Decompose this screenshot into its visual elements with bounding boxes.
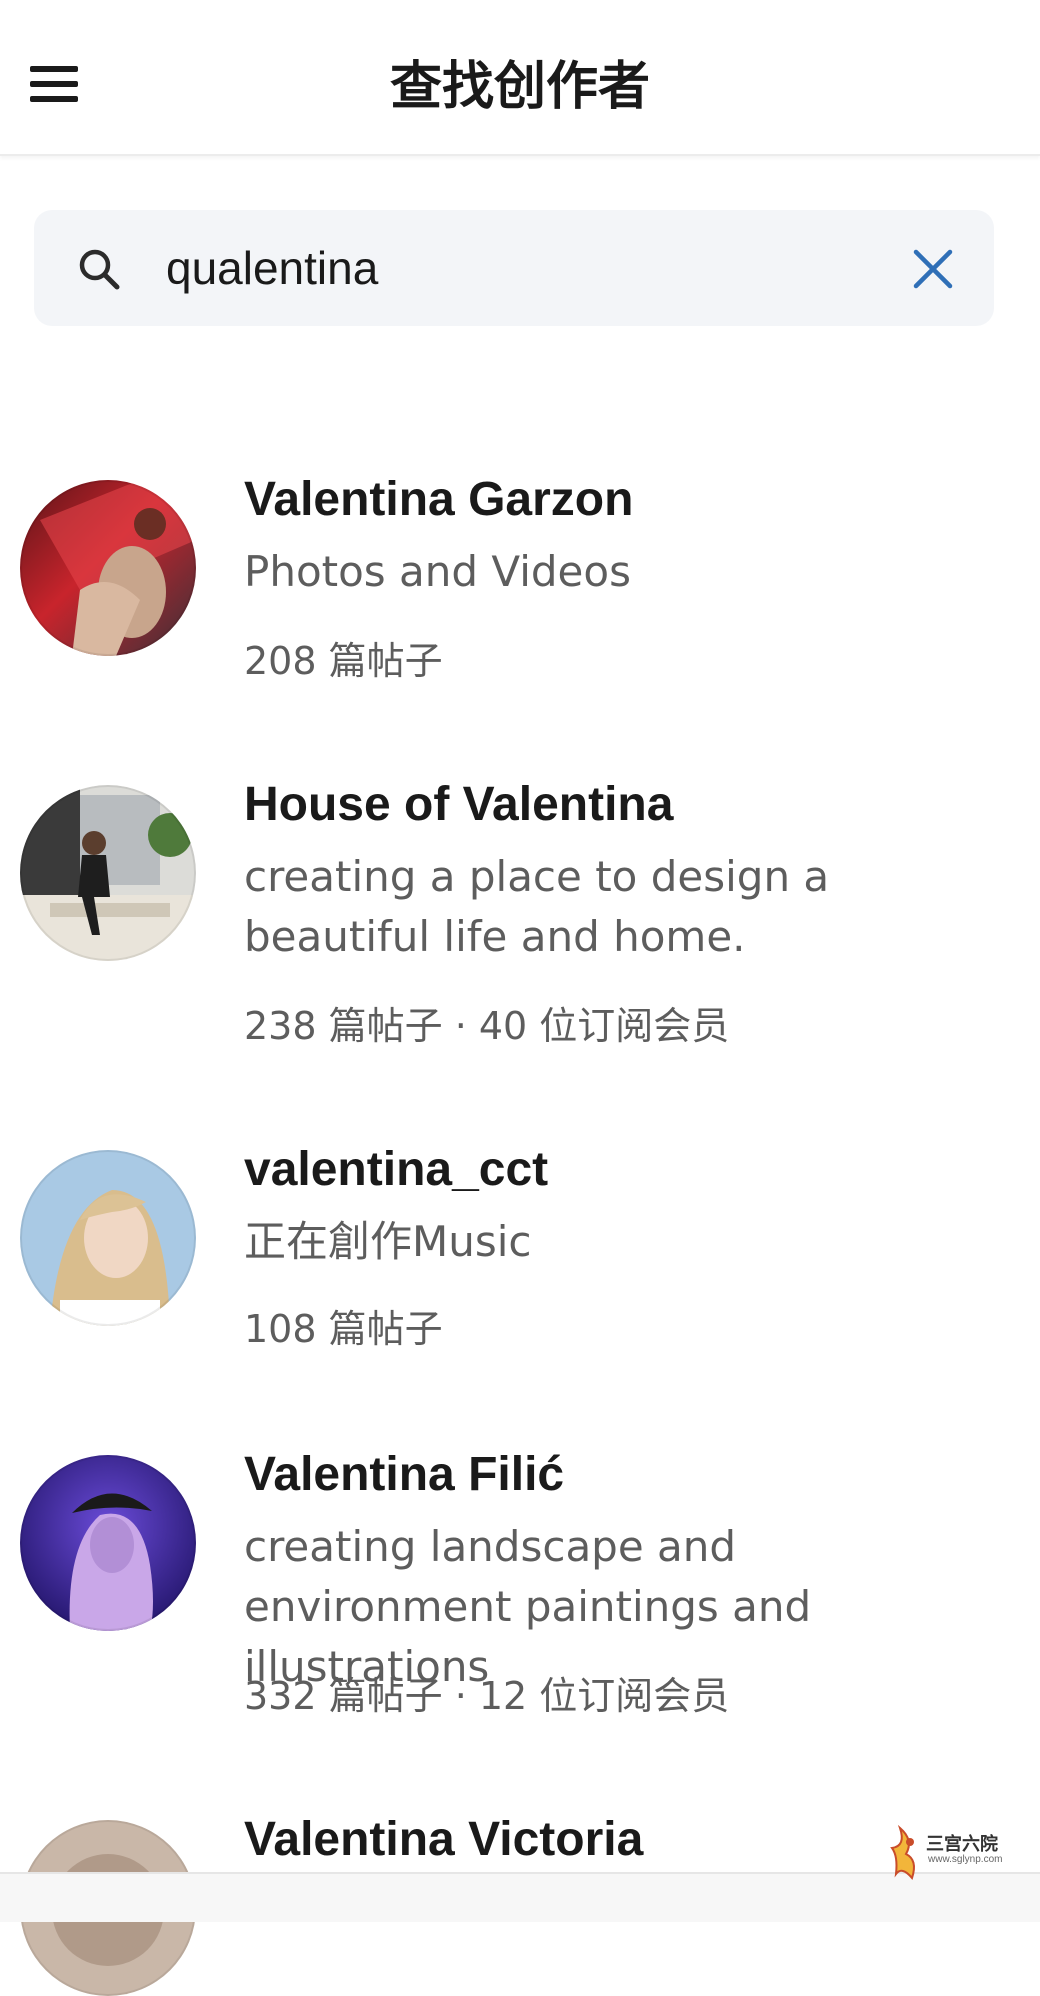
creator-name: Valentina Filić <box>244 1448 565 1501</box>
creator-stats: 238 篇帖子 · 40 位订阅会员 <box>244 1004 730 1048</box>
watermark-title: 三宫六院 <box>926 1834 998 1855</box>
creator-name: House of Valentina <box>244 778 674 831</box>
search-bar[interactable] <box>34 210 994 326</box>
creator-stats: 332 篇帖子 · 12 位订阅会员 <box>244 1674 730 1718</box>
creator-stats: 108 篇帖子 <box>244 1307 443 1351</box>
creator-stats: 208 篇帖子 <box>244 639 443 683</box>
app-bar: 查找创作者 <box>0 0 1040 156</box>
page-title: 查找创作者 <box>389 57 650 117</box>
creator-name: valentina_cct <box>244 1143 549 1196</box>
bottom-bar <box>0 1872 1040 1922</box>
creator-name: Valentina Victoria <box>244 1813 644 1866</box>
search-icon <box>79 249 120 290</box>
creator-description: creating landscape and environment paint… <box>244 1522 812 1691</box>
close-icon[interactable] <box>910 246 956 292</box>
creator-description: 正在創作Music <box>244 1217 532 1266</box>
avatar <box>20 785 196 961</box>
watermark-url: www.sglynp.com <box>928 1854 1003 1865</box>
watermark-logo: 三宫六院 www.sglynp.com <box>888 1820 1018 1890</box>
creator-description: Photos and Videos <box>244 547 631 596</box>
avatar <box>20 1455 196 1631</box>
search-input[interactable] <box>166 230 886 306</box>
creator-description: creating a place to design a beautiful l… <box>244 852 830 961</box>
avatar <box>20 480 196 656</box>
creator-name: Valentina Garzon <box>244 473 634 526</box>
avatar <box>20 1150 196 1326</box>
